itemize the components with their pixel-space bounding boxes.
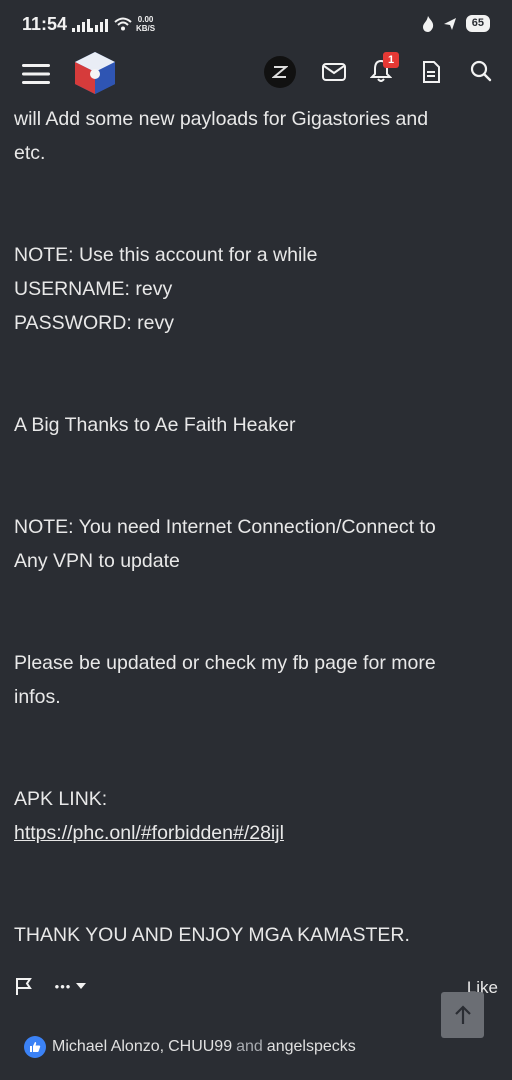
document-icon[interactable] xyxy=(418,57,444,87)
status-time: 11:54 xyxy=(22,14,68,34)
reaction-and: and xyxy=(236,1038,263,1055)
more-options-label: ••• xyxy=(54,978,72,994)
chevron-down-icon xyxy=(76,983,87,989)
nav-arrow-icon xyxy=(443,17,456,30)
flame-icon xyxy=(422,15,433,32)
notification-badge: 1 xyxy=(383,52,399,68)
site-logo[interactable] xyxy=(70,50,120,96)
mail-icon[interactable] xyxy=(320,58,348,86)
apk-link[interactable]: https://phc.onl/#forbidden#/28ijl xyxy=(14,822,284,844)
post-note: NOTE: Use this account for a while xyxy=(14,244,318,266)
reaction-user[interactable]: Michael Alonzo xyxy=(52,1038,160,1056)
bell-icon[interactable]: 1 xyxy=(366,52,399,86)
reaction-user[interactable]: CHUU99 xyxy=(168,1038,232,1056)
app-bar: 1 xyxy=(0,50,512,102)
reactions-bar: Michael Alonzo , CHUU99 and angelspecks xyxy=(24,1036,356,1058)
post-password: PASSWORD: revy xyxy=(14,312,174,334)
post-username: USERNAME: revy xyxy=(14,278,173,300)
post-actions: ••• xyxy=(0,968,512,1008)
post-line: will Add some new payloads for Gigastori… xyxy=(14,108,429,130)
post-line: Please be updated or check my fb page fo… xyxy=(14,652,436,674)
apk-label: APK LINK: xyxy=(14,788,108,810)
thumbs-up-icon xyxy=(24,1036,46,1058)
net-speed: 0.00 KB/S xyxy=(136,15,155,33)
status-right: 65 xyxy=(422,15,490,32)
battery-icon: 65 xyxy=(465,15,490,32)
signal-icon-2 xyxy=(90,18,110,35)
menu-icon[interactable] xyxy=(18,56,54,92)
scroll-to-top-button[interactable] xyxy=(441,992,484,1038)
post-thanks: A Big Thanks to Ae Faith Heaker xyxy=(14,414,296,436)
post-closing: THANK YOU AND ENJOY MGA KAMASTER. xyxy=(14,924,410,946)
status-bar: 11:54 0.00 KB/S 65 xyxy=(0,0,512,50)
arrow-up-icon xyxy=(454,1005,471,1024)
net-speed-unit: KB/S xyxy=(136,24,156,33)
post-note: Any VPN to update xyxy=(14,550,180,572)
net-speed-value: 0.00 xyxy=(137,15,154,24)
post-line: etc. xyxy=(14,142,46,164)
wifi-icon xyxy=(114,16,132,35)
post-line: infos. xyxy=(14,686,61,708)
report-flag-icon[interactable] xyxy=(12,974,36,998)
reaction-user[interactable]: angelspecks xyxy=(267,1038,356,1056)
search-icon[interactable] xyxy=(466,56,496,86)
reaction-separator: , xyxy=(159,1038,165,1055)
more-options-button[interactable]: ••• xyxy=(50,974,92,998)
post-body: will Add some new payloads for Gigastori… xyxy=(14,102,494,952)
avatar[interactable] xyxy=(264,56,296,88)
post-note: NOTE: You need Internet Connection/Conne… xyxy=(14,516,436,538)
